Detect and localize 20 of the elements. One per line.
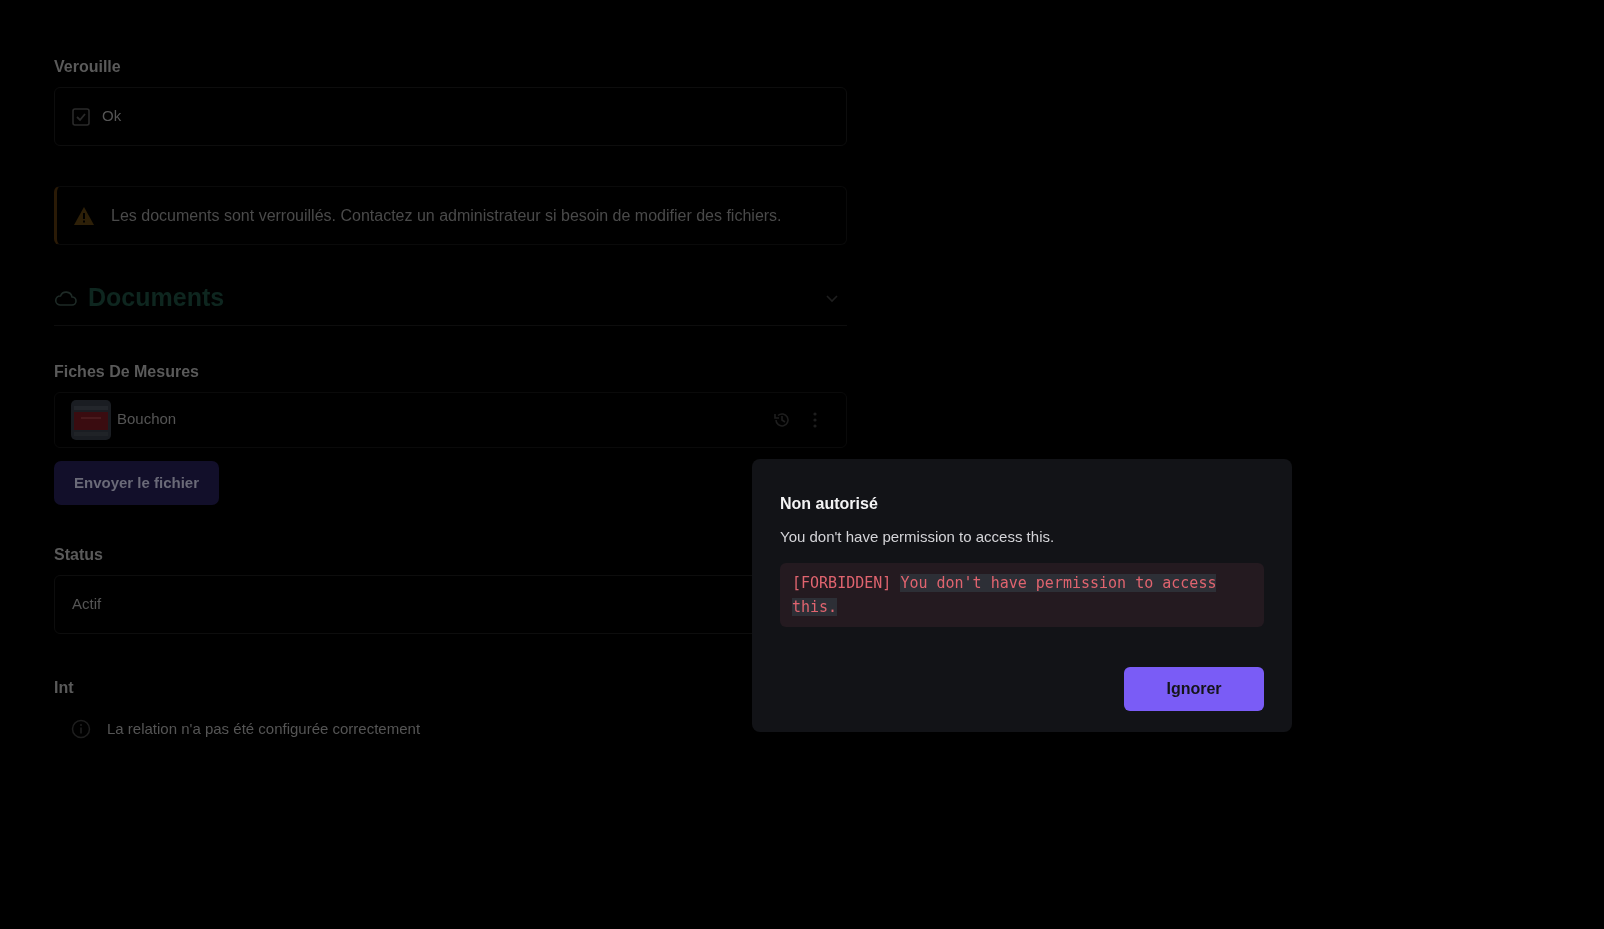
error-code-block: [FORBIDDEN] You don't have permission to access this. bbox=[780, 562, 1264, 627]
cloud-icon bbox=[54, 288, 78, 307]
more-icon[interactable] bbox=[812, 410, 818, 429]
file-name: Bouchon bbox=[117, 409, 177, 430]
checkbox-field[interactable]: Ok bbox=[54, 87, 847, 146]
checkbox-label: Ok bbox=[102, 106, 122, 127]
field-label: Status bbox=[54, 545, 104, 565]
field-label: Verouille bbox=[54, 57, 121, 77]
dialog-title: Non autorisé bbox=[780, 494, 879, 514]
field-label: Fiches De Mesures bbox=[54, 361, 199, 382]
checkbox[interactable] bbox=[72, 107, 90, 126]
warning-icon bbox=[73, 205, 95, 226]
info-icon bbox=[71, 719, 91, 740]
field-label: Int bbox=[54, 678, 75, 698]
alert-text: Les documents sont verrouillés. Contactez un administrateur si besoin de modifier des fichiers. bbox=[111, 205, 782, 226]
ignore-button[interactable]: Ignorer bbox=[1124, 666, 1264, 711]
dialog-message: You don't have permission to access this. bbox=[780, 527, 1056, 547]
info-text: La relation n'a pas été configurée correctement bbox=[107, 719, 421, 739]
upload-button[interactable]: Envoyer le fichier bbox=[54, 460, 220, 505]
chevron-icon[interactable] bbox=[825, 292, 839, 303]
